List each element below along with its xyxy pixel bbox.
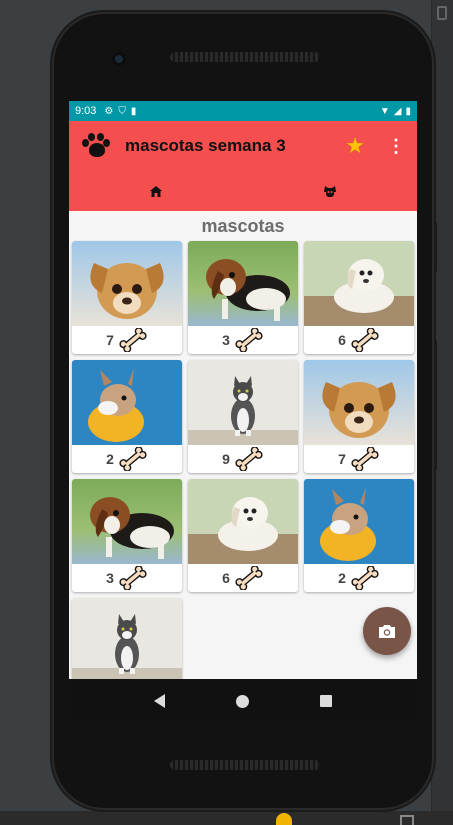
phone-frame: 9:03 ⚙ ⛉ ▮ ▼ ◢ ▮ mascotas semana 3 ★ ⋮ m… [52, 12, 434, 810]
bone-icon[interactable] [234, 566, 264, 590]
recents-icon[interactable] [319, 695, 332, 707]
likes-count: 2 [338, 570, 346, 586]
pet-photo [188, 241, 298, 326]
star-icon[interactable]: ★ [345, 133, 365, 159]
pet-photo [304, 241, 414, 326]
pet-card[interactable] [72, 598, 182, 679]
bone-icon[interactable] [118, 328, 148, 352]
speaker-grille-top [170, 52, 320, 62]
camera-icon [379, 624, 395, 638]
pet-photo [72, 360, 182, 445]
paw-icon [81, 131, 111, 161]
likes-row: 6 [304, 326, 414, 354]
section-title: mascotas [201, 216, 285, 236]
system-nav-bar [69, 679, 417, 723]
likes-count: 7 [106, 332, 114, 348]
tab-profile[interactable] [243, 171, 417, 211]
ide-panel-icon[interactable] [437, 6, 447, 20]
pet-photo [304, 360, 414, 445]
likes-count: 3 [106, 570, 114, 586]
pet-card[interactable]: 7 [304, 360, 414, 473]
likes-count: 6 [338, 332, 346, 348]
likes-count: 9 [222, 451, 230, 467]
battery-icon: ▮ [405, 105, 411, 117]
more-vert-icon[interactable]: ⋮ [387, 136, 405, 157]
ide-status-icon[interactable] [276, 813, 292, 825]
shield-icon: ⛉ [118, 105, 126, 117]
emulator-stage: 9:03 ⚙ ⛉ ▮ ▼ ◢ ▮ mascotas semana 3 ★ ⋮ m… [0, 0, 453, 825]
likes-row: 9 [188, 445, 298, 473]
bone-icon[interactable] [118, 566, 148, 590]
likes-row: 7 [304, 445, 414, 473]
device-screen: 9:03 ⚙ ⛉ ▮ ▼ ◢ ▮ mascotas semana 3 ★ ⋮ m… [69, 101, 417, 679]
pets-list: mascotas 7 3 6 2 9 7 3 6 2 [69, 211, 417, 679]
signal-icon: ◢ [393, 105, 402, 117]
pet-card[interactable]: 3 [72, 479, 182, 592]
pet-card[interactable]: 6 [304, 241, 414, 354]
pet-card[interactable]: 2 [304, 479, 414, 592]
pet-card[interactable]: 7 [72, 241, 182, 354]
likes-row: 3 [72, 564, 182, 592]
sd-card-icon: ▮ [130, 105, 137, 117]
likes-count: 3 [222, 332, 230, 348]
pet-photo [304, 479, 414, 564]
home-circle-icon[interactable] [235, 694, 249, 708]
front-camera [112, 52, 126, 66]
home-icon [150, 185, 162, 197]
bone-icon[interactable] [350, 566, 380, 590]
pet-card[interactable]: 9 [188, 360, 298, 473]
bone-icon[interactable] [234, 447, 264, 471]
likes-row: 7 [72, 326, 182, 354]
likes-row: 6 [188, 564, 298, 592]
likes-count: 2 [106, 451, 114, 467]
likes-row: 2 [72, 445, 182, 473]
bone-icon[interactable] [118, 447, 148, 471]
wifi-icon: ▼ [379, 105, 390, 117]
likes-count: 7 [338, 451, 346, 467]
ide-window-icon[interactable] [400, 815, 414, 825]
tab-bar [69, 171, 417, 211]
likes-count: 6 [222, 570, 230, 586]
pet-photo [188, 360, 298, 445]
likes-row: 2 [304, 564, 414, 592]
pets-grid: 7 3 6 2 9 7 3 6 2 [69, 241, 417, 679]
bone-icon[interactable] [350, 447, 380, 471]
status-bar: 9:03 ⚙ ⛉ ▮ ▼ ◢ ▮ [69, 101, 417, 121]
pet-photo [72, 479, 182, 564]
ide-bottom-strip [0, 811, 453, 825]
status-time: 9:03 [75, 105, 97, 117]
camera-fab[interactable] [363, 607, 411, 655]
app-bar: mascotas semana 3 ★ ⋮ [69, 121, 417, 171]
bone-icon[interactable] [234, 328, 264, 352]
pet-card[interactable]: 3 [188, 241, 298, 354]
dog-face-icon [324, 185, 336, 197]
pet-photo [72, 241, 182, 326]
pet-photo [72, 598, 182, 679]
pet-card[interactable]: 6 [188, 479, 298, 592]
pet-photo [188, 479, 298, 564]
speaker-grille-bottom [170, 760, 320, 770]
tab-home[interactable] [69, 171, 243, 211]
pet-card[interactable]: 2 [72, 360, 182, 473]
bone-icon[interactable] [350, 328, 380, 352]
app-title: mascotas semana 3 [125, 136, 286, 155]
likes-row: 3 [188, 326, 298, 354]
gear-icon: ⚙ [104, 105, 114, 117]
back-icon[interactable] [154, 694, 166, 708]
